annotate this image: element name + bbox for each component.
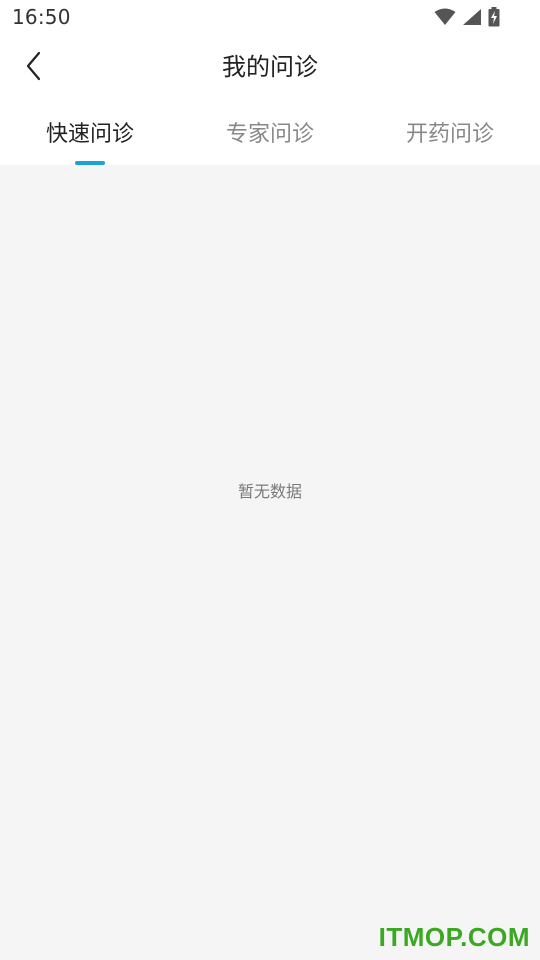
tab-label: 专家问诊: [225, 122, 314, 147]
battery-charging-icon: [488, 7, 500, 27]
tab-label: 开药问诊: [405, 122, 494, 147]
status-time: 16:50: [12, 5, 71, 29]
cellular-signal-icon: [462, 8, 482, 26]
status-icons: [434, 7, 500, 27]
app-header: 我的问诊: [0, 34, 540, 104]
page-title: 我的问诊: [222, 53, 318, 81]
status-bar: 16:50: [0, 0, 540, 34]
empty-state-text: 暂无数据: [237, 482, 302, 501]
tab-prescription-consultation[interactable]: 开药问诊: [360, 104, 540, 165]
tab-label: 快速问诊: [45, 122, 134, 147]
wifi-icon: [434, 8, 456, 26]
tab-quick-consultation[interactable]: 快速问诊: [0, 104, 180, 165]
tab-bar: 快速问诊 专家问诊 开药问诊: [0, 104, 540, 165]
tab-expert-consultation[interactable]: 专家问诊: [180, 104, 360, 165]
content-area: 暂无数据: [0, 165, 540, 960]
watermark-logo: ITMOP.COM: [378, 922, 530, 952]
